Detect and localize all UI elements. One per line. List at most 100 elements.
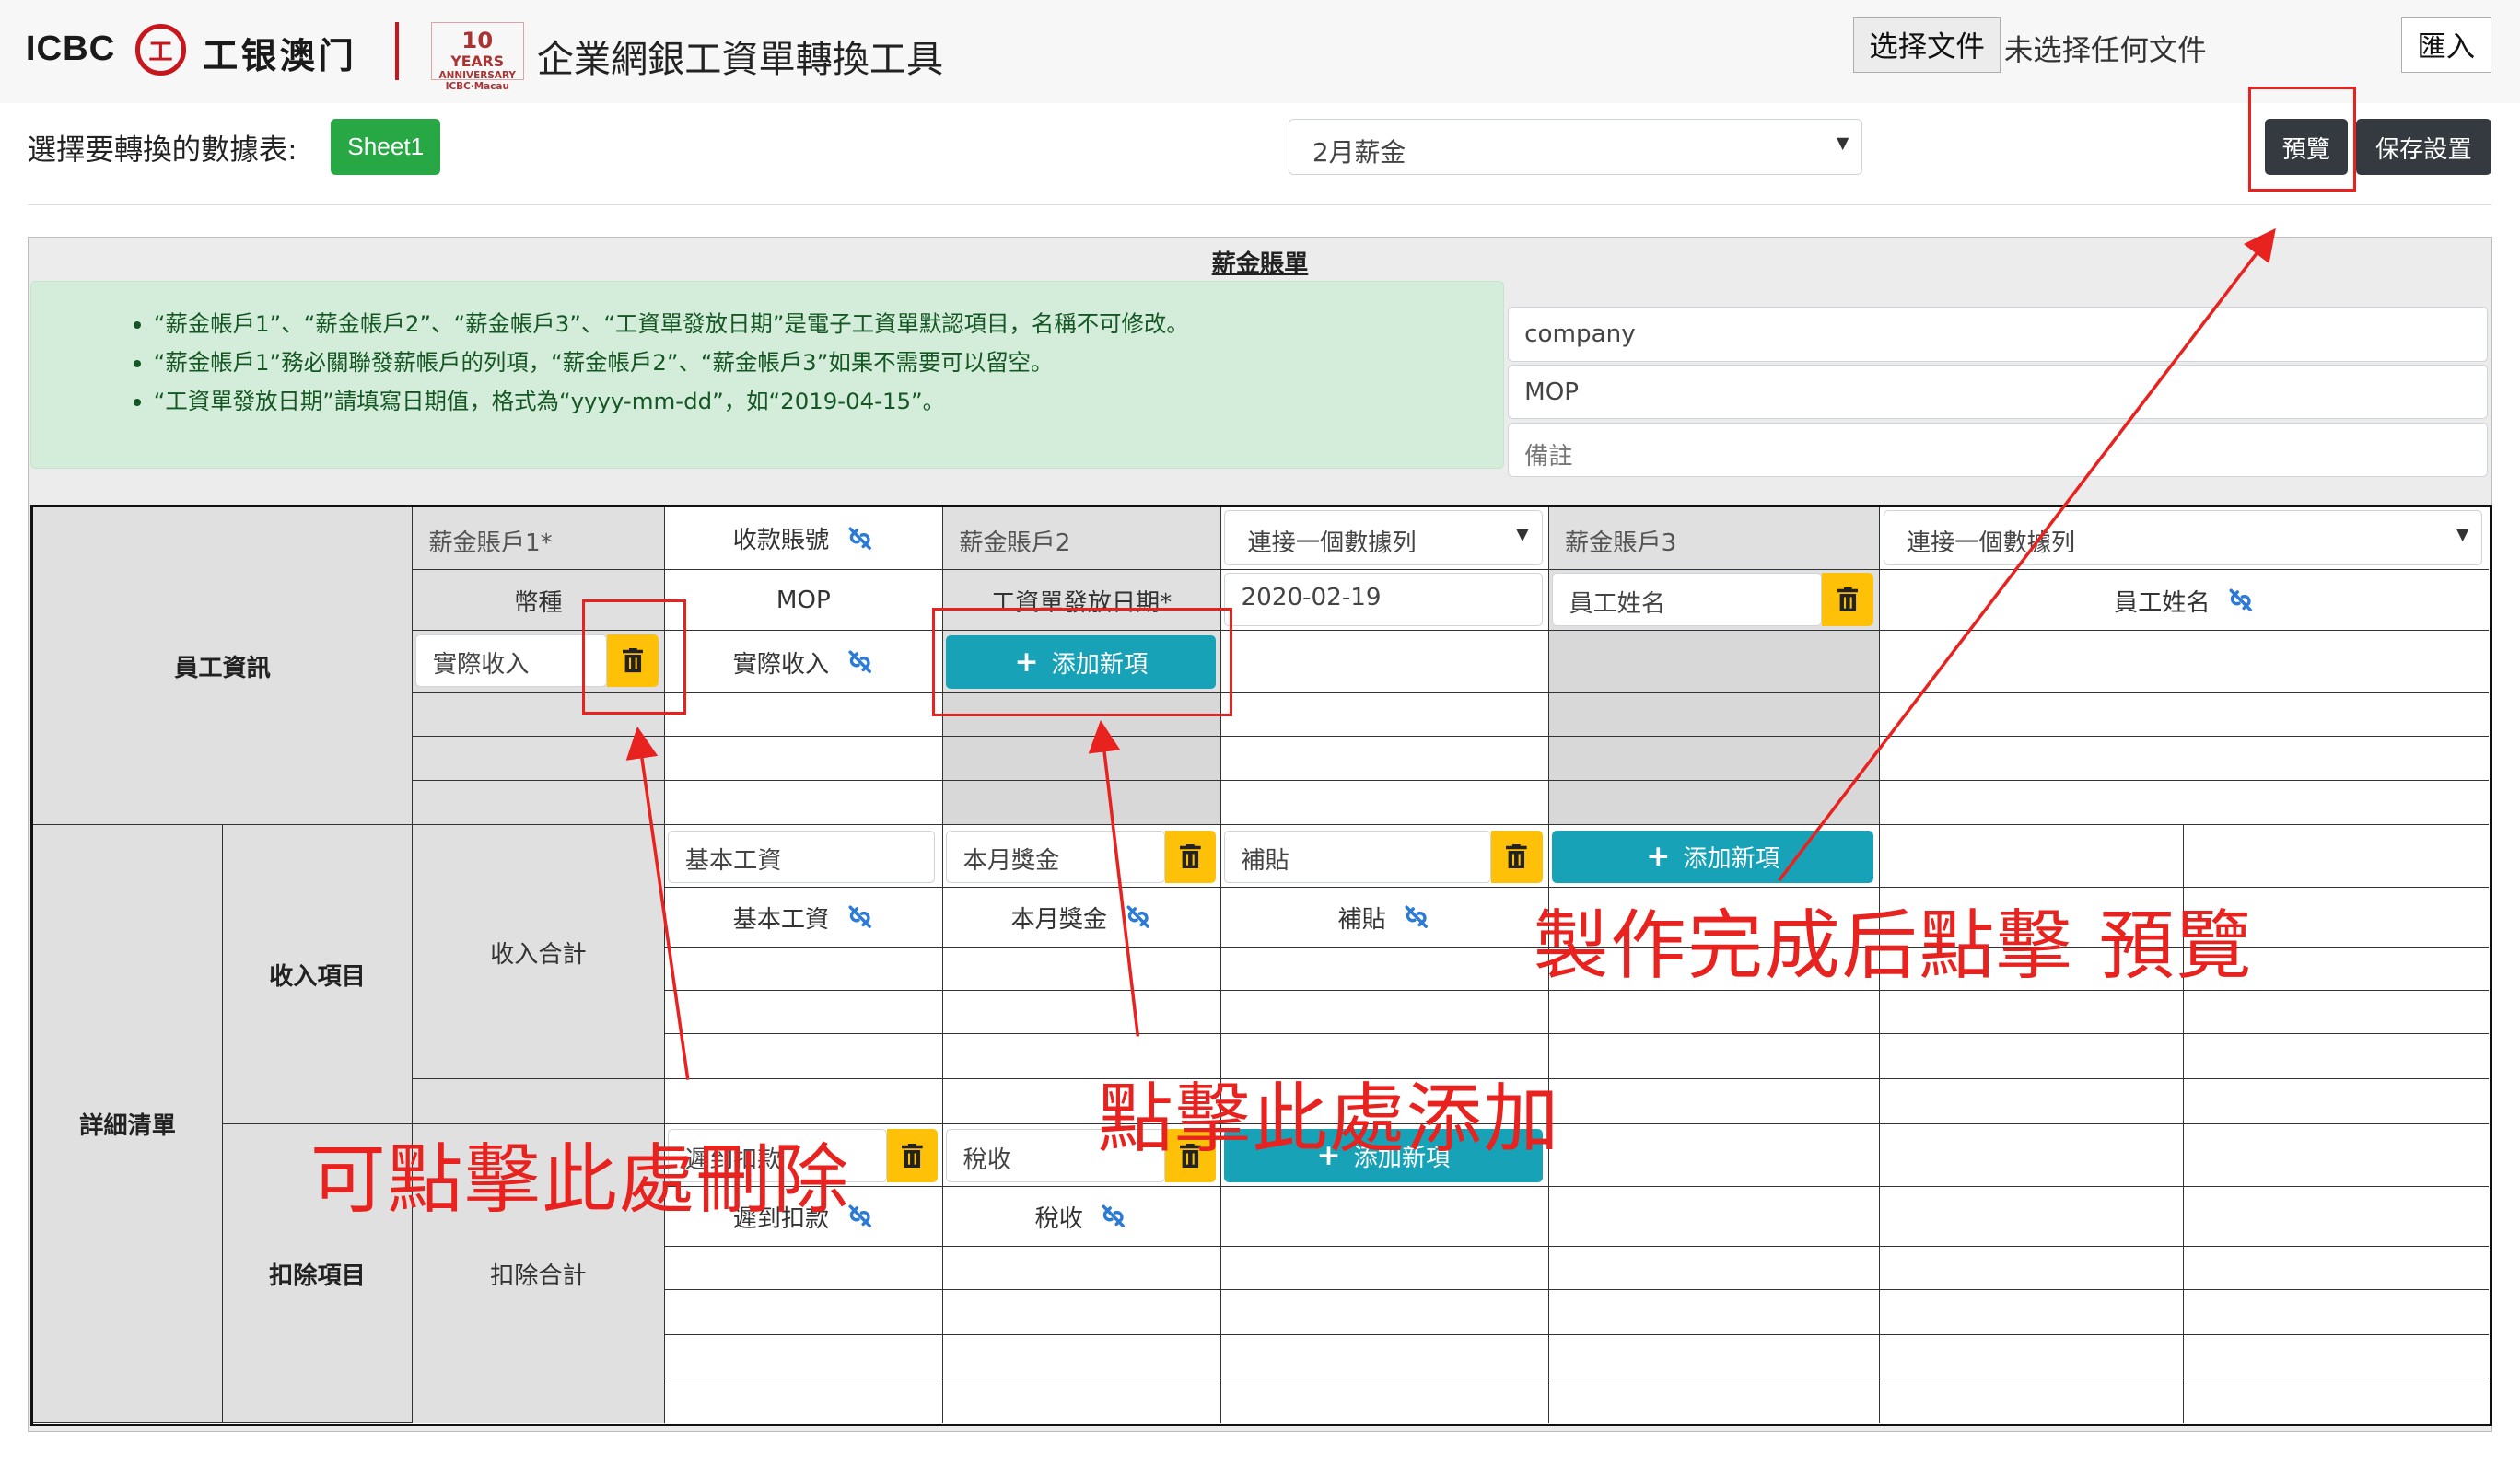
actual-income-input[interactable]: 實際收入 <box>415 634 608 688</box>
icbc-logo-text: ICBC <box>25 29 116 69</box>
account2-select[interactable]: 連接一個數據列 ▼ <box>1224 510 1543 565</box>
chevron-down-icon: ▼ <box>1836 134 1849 153</box>
income-link-label: 補貼 <box>1337 906 1386 935</box>
anniversary-years: YEARS <box>450 52 505 70</box>
empty-cell <box>942 1378 1221 1424</box>
template-select[interactable]: 2月薪金 ▼ <box>1289 119 1863 176</box>
delete-deduction-item-button[interactable] <box>886 1129 939 1182</box>
income-item-input[interactable]: 本月獎金 <box>946 830 1165 884</box>
income-link-cell: 本月獎金 <box>942 888 1221 948</box>
company-field[interactable]: company <box>1507 307 2489 362</box>
empty-cell <box>412 780 665 826</box>
remarks-field[interactable]: 備註 <box>1507 422 2489 478</box>
empty-cell <box>664 1034 943 1080</box>
empty-cell <box>1548 1334 1881 1378</box>
empty-cell <box>1880 693 2490 738</box>
app-title: 企業網銀工資單轉換工具 <box>536 39 944 82</box>
add-income-item-button[interactable]: + 添加新項 <box>1552 830 1874 884</box>
empty-cell <box>1880 1334 2184 1378</box>
empty-cell <box>1548 991 1881 1035</box>
unlink-icon[interactable] <box>1402 902 1430 931</box>
income-item-cell: 本月獎金 <box>942 825 1221 889</box>
pay-date-input[interactable]: 2020-02-19 <box>1224 573 1543 626</box>
account2-select-cell: 連接一個數據列 ▼ <box>1220 506 1549 570</box>
empty-cell <box>2183 1034 2490 1080</box>
empty-cell <box>942 1334 1221 1378</box>
empty-cell <box>664 991 943 1035</box>
empty-cell <box>2183 825 2490 889</box>
income-link-cell: 補貼 <box>1220 888 1549 948</box>
empty-cell <box>1220 947 1549 992</box>
save-settings-button[interactable]: 保存設置 <box>2356 119 2491 176</box>
add-highlight-box <box>932 607 1233 717</box>
chevron-down-icon: ▼ <box>1516 526 1529 545</box>
detail-list-label: 詳細清單 <box>33 825 224 1424</box>
panel-title: 薪金賬單 <box>1211 250 1309 279</box>
empty-cell <box>1548 1289 1881 1335</box>
unlink-icon[interactable] <box>1124 902 1152 931</box>
empty-cell <box>2183 1079 2490 1124</box>
import-button[interactable]: 匯入 <box>2400 17 2491 73</box>
currency-value-cell: MOP <box>664 569 943 632</box>
delete-employee-name-button[interactable] <box>1822 573 1874 626</box>
add-hint-text: 點擊此處添加 <box>1097 1076 1561 1164</box>
actual-income-link-label: 實際收入 <box>732 650 830 679</box>
employee-name-link-label: 員工姓名 <box>2113 588 2211 617</box>
empty-cell <box>2183 1186 2490 1247</box>
income-link-label: 基本工資 <box>732 906 830 935</box>
icbc-seal-icon: 工 <box>134 24 187 76</box>
empty-cell <box>1220 1289 1549 1335</box>
account3-select[interactable]: 連接一個數據列 ▼ <box>1883 510 2483 565</box>
sheet-button[interactable]: Sheet1 <box>331 119 441 176</box>
empty-cell <box>664 947 943 992</box>
empty-cell <box>1548 631 1881 694</box>
unlink-icon[interactable] <box>1099 1202 1127 1230</box>
trash-icon <box>1506 844 1527 869</box>
income-item-input[interactable]: 補貼 <box>1224 830 1491 884</box>
empty-cell <box>942 947 1221 992</box>
empty-cell <box>1220 631 1549 694</box>
preview-hint-text: 製作完成后點擊 預覽 <box>1533 901 2254 990</box>
file-status: 未选择任何文件 <box>2003 33 2207 67</box>
empty-cell <box>1548 737 1881 781</box>
account1-label: 薪金賬戶1* <box>428 529 553 558</box>
empty-cell <box>1220 1246 1549 1290</box>
choose-file-button[interactable]: 选择文件 <box>1852 17 2001 73</box>
sheet-select-label: 選擇要轉換的數據表: <box>27 133 298 167</box>
empty-cell <box>2183 991 2490 1035</box>
account3-label: 薪金賬戶3 <box>1565 529 1677 558</box>
unlink-icon[interactable] <box>846 647 874 676</box>
delete-hint-text: 可點擊此處刪除 <box>309 1136 850 1225</box>
unlink-icon[interactable] <box>2226 586 2255 614</box>
pay-date-cell: 2020-02-19 <box>1220 569 1549 632</box>
empty-cell <box>1548 1123 1881 1187</box>
empty-cell <box>664 1378 943 1424</box>
delete-highlight-box <box>581 599 687 715</box>
empty-cell <box>1880 1034 2184 1080</box>
empty-cell <box>1880 1123 2184 1187</box>
empty-cell <box>2183 1246 2490 1290</box>
anniversary-brand: ICBC·Macau <box>445 81 509 93</box>
anniversary-word: ANNIVERSARY <box>438 70 516 81</box>
actual-income-link-cell: 實際收入 <box>664 631 943 694</box>
employee-name-input[interactable]: 員工姓名 <box>1552 573 1823 626</box>
income-item-input[interactable]: 基本工資 <box>668 830 935 884</box>
income-item-cell: 補貼 <box>1220 825 1549 889</box>
empty-cell <box>942 1289 1221 1335</box>
delete-income-item-button[interactable] <box>1490 830 1543 884</box>
currency-field[interactable]: MOP <box>1507 365 2489 420</box>
empty-cell <box>1880 737 2490 781</box>
trash-icon <box>1837 587 1859 612</box>
unlink-icon[interactable] <box>846 524 874 552</box>
notes-alert: “薪金帳戶1”、“薪金帳戶2”、“薪金帳戶3”、“工資單發放日期”是電子工資單默… <box>30 281 1505 470</box>
account3-select-value: 連接一個數據列 <box>1906 529 2076 557</box>
empty-cell <box>942 1246 1221 1290</box>
note-item: “工資單發放日期”請填寫日期值，格式為“yyyy-mm-dd”，如“2019-0… <box>154 382 1503 421</box>
empty-cell <box>1220 1378 1549 1424</box>
deduction-link-cell: 稅收 <box>942 1186 1221 1247</box>
note-item: “薪金帳戶1”務必關聯發薪帳戶的列項，“薪金帳戶2”、“薪金帳戶3”如果不需要可… <box>154 343 1503 382</box>
unlink-icon[interactable] <box>846 902 874 931</box>
income-link-label: 本月獎金 <box>1010 906 1108 935</box>
delete-income-item-button[interactable] <box>1164 830 1217 884</box>
empty-cell <box>664 1246 943 1290</box>
